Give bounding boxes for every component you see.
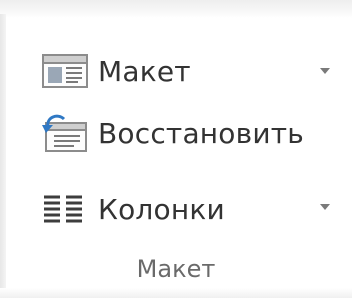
columns-button-label: Колонки (98, 192, 225, 226)
ribbon-top-edge (0, 0, 352, 18)
columns-button[interactable]: Колонки (40, 185, 225, 233)
group-label: Макет (136, 255, 216, 283)
restore-layout-button[interactable]: Восстановить (40, 109, 304, 157)
columns-dropdown-arrow-icon[interactable] (320, 204, 330, 210)
layout-dropdown-arrow-icon[interactable] (320, 68, 330, 74)
restore-layout-button-label: Восстановить (98, 116, 304, 150)
layout-button[interactable]: Макет (40, 47, 191, 95)
layout-button-label: Макет (98, 54, 191, 88)
page-layout-icon (40, 47, 98, 95)
ribbon-bottom-edge (0, 288, 352, 298)
ribbon-group-layout: Макет Восстановить Колонки Макет (0, 0, 352, 298)
columns-icon (40, 185, 98, 233)
restore-layout-icon (40, 109, 98, 157)
